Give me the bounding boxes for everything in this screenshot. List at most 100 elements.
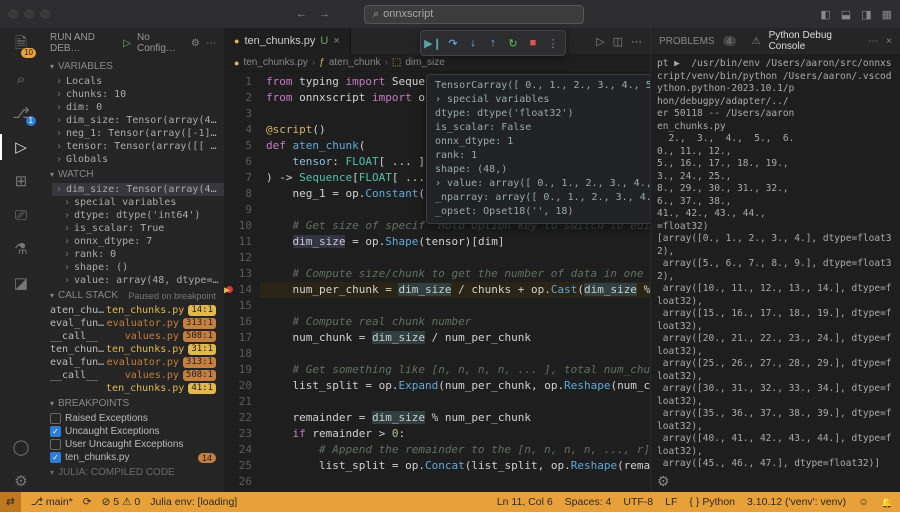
debug-more-icon[interactable]: ⋯: [206, 38, 216, 49]
titlebar: ← → ⌕ onnxscript ◧ ⬓ ◨ ▦: [0, 0, 900, 28]
start-debug-button[interactable]: ▷: [123, 38, 131, 49]
callstack-row[interactable]: eval_functionevaluator.py313:1: [42, 356, 224, 369]
continue-button[interactable]: ▶❙: [424, 34, 442, 52]
maximize-window[interactable]: [40, 9, 50, 19]
nav-back[interactable]: ←: [292, 6, 311, 22]
watch-section[interactable]: WATCH: [42, 166, 224, 183]
step-out-button[interactable]: ↑: [484, 34, 502, 52]
command-center[interactable]: ⌕ onnxscript: [364, 5, 584, 24]
debug-config-select[interactable]: No Config…: [137, 32, 185, 54]
nav-forward[interactable]: →: [315, 6, 334, 22]
split-editor-icon[interactable]: ◫: [613, 35, 623, 48]
callstack-row[interactable]: __call__values.py508:1: [42, 369, 224, 382]
test-icon[interactable]: ⚗: [10, 238, 32, 260]
close-tab-icon[interactable]: ×: [333, 35, 339, 47]
variable-item[interactable]: Globals: [52, 153, 224, 166]
settings-sidebar-icon[interactable]: ⚙: [651, 471, 900, 492]
watch-item[interactable]: shape: (): [60, 261, 224, 274]
julia-compiled-section[interactable]: JULIA: COMPILED CODE: [42, 464, 224, 481]
callstack-row[interactable]: eval_functionevaluator.py313:1: [42, 317, 224, 330]
indentation[interactable]: Spaces: 4: [565, 496, 612, 509]
breakpoint-item[interactable]: ✓Uncaught Exceptions: [42, 425, 224, 438]
encoding[interactable]: UTF-8: [623, 496, 653, 509]
step-over-button[interactable]: ↷: [444, 34, 462, 52]
debug-config-gear-icon[interactable]: ⚙: [191, 38, 200, 49]
code-editor[interactable]: 1234567891011121314▶15161718192021222324…: [224, 72, 650, 492]
callstack-row[interactable]: aten_chunkten_chunks.py14:1: [42, 304, 224, 317]
feedback-icon[interactable]: ☺: [858, 496, 869, 509]
variable-item[interactable]: dim: 0: [52, 101, 224, 114]
callstack-section[interactable]: CALL STACK Paused on breakpoint: [42, 287, 224, 304]
editor-more-icon[interactable]: ⋯: [631, 35, 642, 48]
status-bar: ⇄ ⎇ main* ⟳ ⊘ 5 ⚠ 0 Julia env: [loading]…: [0, 492, 900, 512]
run-file-icon[interactable]: ▷: [596, 35, 604, 48]
variables-section[interactable]: VARIABLES: [42, 58, 224, 75]
terminal-output[interactable]: pt ▶ /usr/bin/env /Users/aaron/src/onnxs…: [651, 54, 900, 471]
panel-tabs: PROBLEMS 4 ⚠ Python Debug Console ⋯ ×: [651, 28, 900, 54]
watch-root[interactable]: dim_size: Tensor(array(48, dtype=in…: [52, 183, 224, 196]
docker-icon[interactable]: ◪: [10, 272, 32, 294]
watch-item[interactable]: onnx_dtype: 7: [60, 235, 224, 248]
scm-icon[interactable]: ⎇1: [10, 102, 32, 124]
watch-item[interactable]: special variables: [60, 196, 224, 209]
variables-scope[interactable]: Locals: [52, 75, 224, 88]
callstack-list: aten_chunkten_chunks.py14:1eval_function…: [42, 304, 224, 395]
language-mode[interactable]: { } Python: [689, 496, 735, 509]
notifications-icon[interactable]: 🔔: [881, 496, 894, 509]
breakpoint-item[interactable]: User Uncaught Exceptions: [42, 438, 224, 451]
tab-debug-console[interactable]: Python Debug Console: [769, 30, 861, 52]
title-actions: ◧ ⬓ ◨ ▦: [820, 8, 892, 21]
restart-button[interactable]: ↻: [504, 34, 522, 52]
panel-close-icon[interactable]: ×: [886, 36, 892, 47]
nav-arrows: ← →: [292, 6, 334, 22]
remote-indicator[interactable]: ⇄: [0, 492, 21, 512]
julia-env[interactable]: Julia env: [loading]: [150, 496, 237, 508]
debug-console-icon[interactable]: ⚠: [752, 36, 761, 47]
error-indicator[interactable]: ⊘ 5 ⚠ 0: [102, 496, 141, 508]
tab-ten-chunks[interactable]: ● ten_chunks.py U ×: [224, 28, 351, 54]
account-icon[interactable]: ◯: [10, 436, 32, 458]
layout-left-icon[interactable]: ◧: [820, 8, 830, 21]
debug-toolbar: ▶❙ ↷ ↓ ↑ ↻ ■ ⋮: [420, 30, 566, 56]
extensions-icon[interactable]: ⊞: [10, 170, 32, 192]
callstack-row[interactable]: ten_chunks_modelten_chunks.py31:1: [42, 343, 224, 356]
variable-item[interactable]: dim_size: Tensor(array(48, dtype=int6…: [52, 114, 224, 127]
breakpoint-item[interactable]: Raised Exceptions: [42, 412, 224, 425]
layout-grid-icon[interactable]: ▦: [882, 8, 892, 21]
branch-indicator[interactable]: ⎇ main*: [31, 496, 73, 508]
variable-item[interactable]: chunks: 10: [52, 88, 224, 101]
python-file-icon: ●: [234, 58, 239, 68]
gutter[interactable]: 1234567891011121314▶15161718192021222324…: [224, 72, 260, 492]
panel-more-icon[interactable]: ⋯: [868, 36, 878, 47]
debug-more-icon[interactable]: ⋮: [544, 34, 562, 52]
layout-right-icon[interactable]: ◨: [861, 8, 871, 21]
callstack-row[interactable]: ten_chunks.py41:1: [42, 382, 224, 395]
minimize-window[interactable]: [24, 9, 34, 19]
variable-item[interactable]: tensor: Tensor(array([[ 0., 1., 2., …: [52, 140, 224, 153]
python-interpreter[interactable]: 3.10.12 ('venv': venv): [747, 496, 846, 509]
step-into-button[interactable]: ↓: [464, 34, 482, 52]
layout-bottom-icon[interactable]: ⬓: [841, 8, 851, 21]
breakpoint-item[interactable]: ✓ten_chunks.py14: [42, 451, 224, 464]
run-debug-icon[interactable]: ▷: [10, 136, 32, 158]
close-window[interactable]: [8, 9, 18, 19]
search-activity-icon[interactable]: ⌕: [10, 68, 32, 90]
settings-gear-icon[interactable]: ⚙: [10, 470, 32, 492]
watch-item[interactable]: rank: 0: [60, 248, 224, 261]
explorer-icon[interactable]: 🗎10: [10, 34, 32, 56]
stop-button[interactable]: ■: [524, 34, 542, 52]
watch-item[interactable]: dtype: dtype('int64'): [60, 209, 224, 222]
variable-item[interactable]: neg_1: Tensor(array([-1], dtype=int64…: [52, 127, 224, 140]
breadcrumb[interactable]: ● ten_chunks.py › ƒ aten_chunk › ⬚ dim_s…: [224, 54, 650, 72]
editor-area: ● ten_chunks.py U × ▷ ◫ ⋯ ● ten_chunks.p…: [224, 28, 650, 492]
callstack-row[interactable]: __call__values.py508:1: [42, 330, 224, 343]
code-lines[interactable]: TensorCarray([ 0., 1., 2., 3., 4., 5., 6…: [260, 72, 650, 492]
cursor-position[interactable]: Ln 11, Col 6: [497, 496, 553, 509]
watch-item[interactable]: is_scalar: True: [60, 222, 224, 235]
breakpoints-section[interactable]: BREAKPOINTS: [42, 395, 224, 412]
sync-indicator[interactable]: ⟳: [83, 496, 92, 508]
tab-problems[interactable]: PROBLEMS: [659, 36, 715, 47]
remote-icon[interactable]: ⎚: [10, 204, 32, 226]
watch-item[interactable]: value: array(48, dtype=int64): [60, 274, 224, 287]
eol[interactable]: LF: [665, 496, 677, 509]
